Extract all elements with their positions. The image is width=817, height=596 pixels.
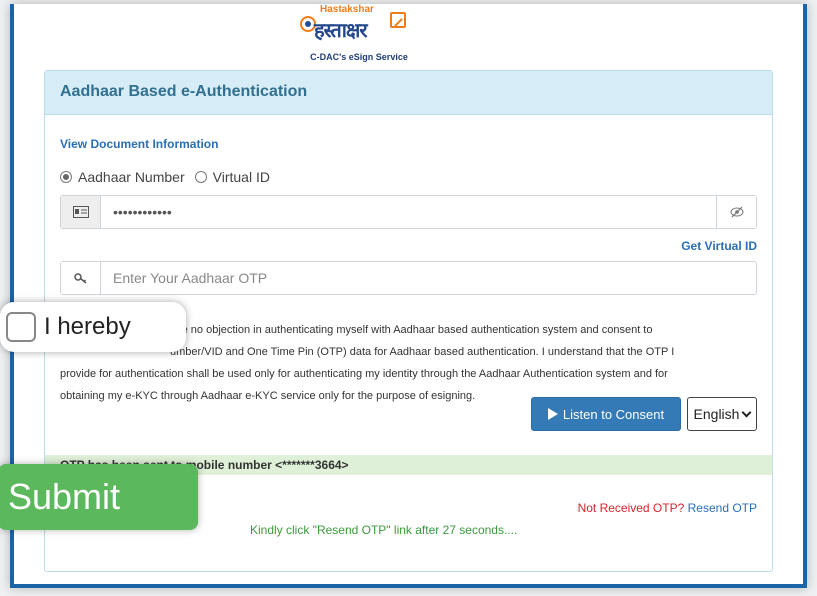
hastakshar-logo: Hastakshar हस्ताक्षर C-DAC's eSign Servi… (294, 4, 424, 66)
id-card-icon (61, 196, 101, 228)
resend-otp-row: Not Received OTP? Resend OTP (578, 501, 757, 515)
language-selected: English (693, 406, 740, 422)
logo-brand-devanagari: हस्ताक्षर (314, 18, 367, 42)
radio-virtual-id-label[interactable]: Virtual ID (213, 169, 270, 185)
resend-otp-link[interactable]: Resend OTP (688, 501, 757, 515)
otp-group (60, 261, 757, 295)
listen-to-consent-button[interactable]: Listen to Consent (531, 397, 681, 431)
consent-line-3: provide for authentication shall be used… (60, 368, 668, 380)
submit-button[interactable]: Submit (0, 464, 198, 530)
get-virtual-id-link[interactable]: Get Virtual ID (681, 239, 757, 253)
listen-button-label: Listen to Consent (562, 406, 665, 422)
radio-aadhaar-number-label[interactable]: Aadhaar Number (78, 169, 185, 185)
not-received-text: Not Received OTP? (577, 501, 685, 515)
radio-virtual-id[interactable] (194, 171, 207, 183)
otp-input[interactable] (101, 262, 756, 294)
resend-countdown-message: Kindly click "Resend OTP" link after 27 … (250, 523, 518, 537)
view-document-link[interactable]: View Document Information (60, 137, 218, 151)
logo-tagline: C-DAC's eSign Service (310, 52, 408, 62)
panel-title: Aadhaar Based e-Authentication (45, 71, 772, 115)
aadhaar-number-group (60, 195, 757, 229)
key-icon (61, 262, 101, 294)
consent-checkbox-label[interactable]: I hereby (44, 313, 131, 341)
play-icon (547, 408, 558, 420)
chevron-down-icon (742, 407, 752, 417)
auth-mode-radios: Aadhaar Number Virtual ID (60, 169, 280, 185)
radio-aadhaar-number[interactable] (60, 171, 72, 183)
logo-art: Hastakshar हस्ताक्षर (294, 4, 424, 44)
eye-slash-icon[interactable] (716, 196, 756, 228)
consent-checkbox-callout: I hereby (0, 302, 186, 352)
pen-logo-icon (390, 12, 406, 28)
language-select[interactable]: English (687, 397, 757, 431)
aadhaar-number-input[interactable] (101, 196, 716, 228)
logo-brand-latin: Hastakshar (320, 4, 374, 15)
consent-checkbox[interactable] (6, 312, 36, 342)
